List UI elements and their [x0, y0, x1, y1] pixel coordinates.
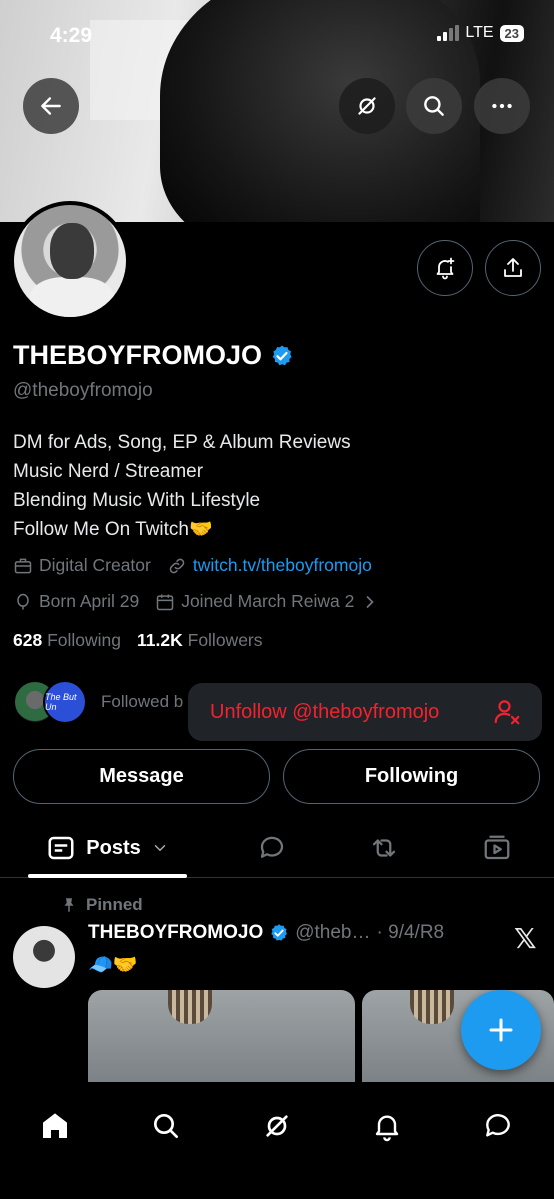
followed-by-text: Followed b: [101, 692, 184, 711]
link-icon: [169, 558, 185, 573]
share-button[interactable]: [485, 240, 541, 296]
search-icon: [424, 96, 444, 116]
battery-indicator: 23: [499, 24, 524, 42]
following-stat[interactable]: 628 Following: [13, 630, 121, 651]
plus-icon: [489, 1018, 513, 1042]
post-date: · 9/4/R8: [376, 922, 445, 943]
nav-search[interactable]: [136, 1096, 196, 1156]
message-button[interactable]: Message: [13, 749, 270, 804]
profile-birthday: Born April 29: [13, 591, 139, 612]
x-logo-icon: 𝕏: [514, 923, 537, 954]
post-avatar[interactable]: [13, 926, 75, 988]
nav-notifications[interactable]: [357, 1096, 417, 1156]
display-name-row: THEBOYFROMOJO: [13, 340, 294, 371]
profile-category: Digital Creator: [13, 555, 151, 576]
followed-by-row[interactable]: The But Un Followed b: [13, 680, 183, 724]
nav-grok[interactable]: [247, 1096, 307, 1156]
back-arrow-icon: [41, 97, 61, 115]
unfollow-label[interactable]: Unfollow @theboyfromojo: [210, 701, 439, 724]
reply-icon: [260, 836, 284, 858]
profile-handle: @theboyfromojo: [13, 380, 153, 401]
pinned-indicator: Pinned: [60, 895, 143, 915]
profile-avatar[interactable]: [10, 201, 130, 321]
profile-website[interactable]: twitch.tv/theboyfromojo: [167, 555, 372, 576]
profile-meta-row-1: Digital Creator twitch.tv/theboyfromojo: [13, 555, 372, 576]
balloon-icon: [17, 593, 29, 609]
search-button[interactable]: [406, 78, 462, 134]
bio-line: DM for Ads, Song, EP & Album Reviews: [13, 432, 351, 453]
pin-icon: [64, 898, 74, 912]
compose-button[interactable]: [461, 990, 541, 1070]
avatar-shirt: [30, 277, 114, 317]
remove-user-icon: [494, 700, 520, 725]
post-author[interactable]: THEBOYFROMOJO: [88, 922, 263, 944]
bell-icon: [375, 1115, 399, 1142]
post-text: 🧢🤝: [88, 954, 138, 976]
media-icon: [484, 835, 510, 860]
grok-icon: [266, 1115, 288, 1137]
notify-bell-icon: [436, 257, 455, 280]
follower-avatar: The But Un: [43, 680, 87, 724]
more-button[interactable]: [474, 78, 530, 134]
media-fixture: [410, 990, 454, 1024]
notify-button[interactable]: [417, 240, 473, 296]
profile-bio: DM for Ads, Song, EP & Album Reviews Mus…: [13, 428, 351, 544]
display-name: THEBOYFROMOJO: [13, 340, 263, 370]
nav-messages[interactable]: [468, 1096, 528, 1156]
chevron-right-icon: [367, 595, 375, 608]
status-time: 4:29: [50, 24, 93, 47]
media-fixture: [168, 990, 212, 1024]
following-button[interactable]: Following: [283, 749, 540, 804]
post-header: THEBOYFROMOJO @theb… · 9/4/R8: [88, 922, 444, 944]
bio-line: Follow Me On Twitch🤝: [13, 519, 213, 540]
posts-icon: [48, 836, 74, 860]
bio-line: Music Nerd / Streamer: [13, 461, 204, 482]
network-type: LTE: [465, 24, 494, 41]
website-link[interactable]: twitch.tv/theboyfromojo: [193, 555, 372, 576]
tab-posts[interactable]: Posts: [28, 818, 187, 878]
tab-replies[interactable]: [242, 818, 302, 878]
profile-meta-row-2: Born April 29 Joined March Reiwa 2: [13, 591, 380, 612]
avatar-head: [50, 223, 94, 279]
more-icon: [492, 103, 512, 109]
profile-tabs: Posts: [0, 818, 554, 878]
profile-joined[interactable]: Joined March Reiwa 2: [155, 591, 380, 612]
followers-stat[interactable]: 11.2K Followers: [137, 630, 263, 651]
calendar-icon: [156, 594, 174, 610]
follow-stats: 628 Following 11.2K Followers: [13, 630, 263, 651]
unfollow-popup[interactable]: Unfollow @theboyfromojo: [188, 683, 542, 741]
messages-icon: [486, 1114, 510, 1137]
search-icon: [154, 1114, 178, 1138]
bottom-nav: [0, 1082, 554, 1199]
home-icon: [43, 1113, 67, 1138]
share-icon: [504, 258, 522, 277]
verified-icon: [271, 924, 288, 941]
active-tab-indicator: [28, 874, 187, 878]
chevron-down-icon: [154, 845, 165, 852]
signal-icon: [437, 25, 460, 41]
grok-icon: [358, 97, 376, 115]
status-indicators: LTE 23: [437, 24, 524, 42]
bio-line: Blending Music With Lifestyle: [13, 490, 261, 511]
post-handle: @theb…: [295, 922, 371, 943]
status-bar: 4:29 LTE 23: [0, 0, 554, 70]
back-button[interactable]: [23, 78, 79, 134]
grok-button[interactable]: [339, 78, 395, 134]
nav-home[interactable]: [25, 1096, 85, 1156]
tab-media[interactable]: [467, 818, 527, 878]
tab-reposts[interactable]: [354, 818, 414, 878]
repost-icon: [372, 839, 396, 857]
verified-icon[interactable]: [270, 344, 294, 368]
briefcase-icon: [14, 558, 32, 573]
post-media[interactable]: [88, 990, 355, 1082]
